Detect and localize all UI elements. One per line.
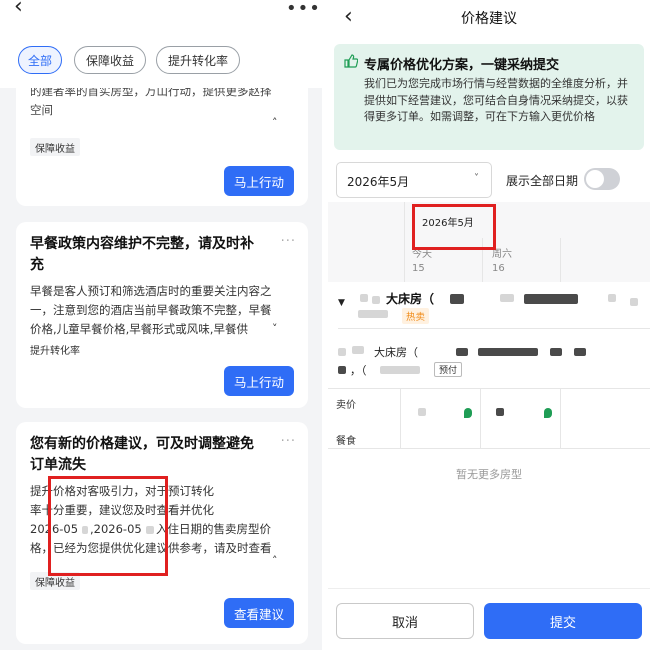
price-suggestion-icon[interactable] [464, 408, 472, 418]
filter-chip-conversion[interactable]: 提升转化率 [156, 46, 240, 74]
divider [560, 388, 561, 448]
room-prefix: ，（ [350, 364, 367, 377]
card-title-line: 充 [30, 257, 44, 273]
show-all-dates-label: 展示全部日期 [506, 174, 579, 188]
redacted-text [574, 348, 586, 356]
redacted-text [450, 294, 464, 304]
card-title-line: 订单流失 [30, 457, 86, 473]
card-body-line: 空间 [30, 103, 53, 117]
redacted-text [524, 294, 578, 304]
card-title-line: 早餐政策内容维护不完整，请及时补 [30, 236, 254, 252]
redacted-text [372, 296, 380, 304]
chevron-up-icon[interactable]: ˄ [272, 116, 278, 129]
calendar-day-sat[interactable]: 周六 16 [492, 248, 512, 276]
notice-body: 我们已为您完成市场行情与经营数据的全维度分析，并提供如下经营建议，您可结合自身情… [364, 77, 628, 123]
card-title-line: 您有新的价格建议，可及时调整避免 [30, 436, 254, 452]
room-name: 大床房（ [374, 346, 418, 359]
divider [480, 388, 481, 448]
day-date: 15 [412, 263, 425, 274]
filter-chip-all[interactable]: 全部 [18, 46, 62, 74]
day-date: 16 [492, 263, 505, 274]
redacted-text [418, 408, 426, 416]
notice-panel: 专属价格优化方案，一键采纳提交 我们已为您完成市场行情与经营数据的全维度分析，并… [334, 44, 644, 150]
card-body-line: 价格,儿童早餐价格,早餐形式或风味,早餐供 [30, 322, 248, 336]
card-tag: 保障收益 [30, 138, 80, 156]
chevron-down-icon: ˅ [474, 173, 479, 184]
redacted-text [338, 348, 346, 356]
redacted-text [630, 298, 638, 306]
notice-title: 专属价格优化方案，一键采纳提交 [364, 58, 560, 73]
caret-down-icon[interactable]: ▼ [338, 298, 345, 308]
suggestion-card-2: ··· 早餐政策内容维护不完整，请及时补 充 早餐是客人预订和筛选酒店时的重要关… [16, 222, 308, 408]
hot-sale-badge: 热卖 [402, 308, 430, 324]
act-now-button[interactable]: 马上行动 [224, 166, 294, 196]
redacted-text [380, 366, 420, 374]
divider [560, 238, 561, 282]
footer-bar: 取消 提交 [328, 588, 650, 650]
redacted-text [456, 348, 468, 356]
redacted-text [358, 310, 388, 318]
filter-chip-revenue[interactable]: 保障收益 [74, 46, 146, 74]
more-horizontal-icon[interactable]: ••• [286, 0, 321, 19]
suggestion-list-screen: ‹ ••• 全部 保障收益 提升转化率 的建者率的首实房型，万山行动，提供更多赵… [0, 0, 322, 650]
card-body-fragment: 入住日期的售卖房型价 [156, 522, 271, 536]
day-label: 周六 [492, 249, 512, 260]
meal-row-label: 餐食 [336, 436, 356, 447]
cancel-button[interactable]: 取消 [336, 603, 474, 639]
price-row-label: 卖价 [336, 400, 356, 411]
highlight-box [48, 476, 168, 576]
no-more-rooms-text: 暂无更多房型 [456, 468, 522, 481]
divider [328, 448, 650, 449]
card-title: 您有新的价格建议，可及时调整避免 订单流失 [30, 434, 286, 476]
suggestion-card-1: 的建者率的首实房型，万山行动，提供更多赵择 空间 ˄ 保障收益 马上行动 [16, 88, 308, 206]
price-suggestion-screen: ‹ 价格建议 专属价格优化方案，一键采纳提交 我们已为您完成市场行情与经营数据的… [328, 0, 650, 650]
card-body-line: 一，注意到您的酒店当前早餐政策不完整，早餐 [30, 303, 272, 317]
divider [400, 388, 401, 448]
price-suggestion-icon[interactable] [544, 408, 552, 418]
chevron-down-icon[interactable]: ˅ [272, 322, 278, 335]
card-body-line: 的建者率的首实房型，万山行动，提供更多赵择 [30, 88, 272, 98]
card-tag: 提升转化率 [30, 345, 80, 357]
day-label: 今天 [412, 249, 432, 260]
divider [328, 388, 650, 389]
redacted-text [496, 408, 504, 416]
redacted-text [478, 348, 538, 356]
chevron-up-icon[interactable]: ˄ [272, 554, 278, 567]
toggle-knob [586, 170, 604, 188]
act-now-button[interactable]: 马上行动 [224, 366, 294, 396]
month-dropdown[interactable]: 2026年5月 ˅ [336, 162, 492, 198]
thumbs-up-icon [344, 54, 359, 72]
card-body-line: 早餐是客人预订和筛选酒店时的重要关注内容之 [30, 284, 272, 298]
divider [404, 202, 405, 282]
redacted-text [360, 294, 368, 302]
month-dropdown-value: 2026年5月 [347, 175, 410, 189]
redacted-text [338, 366, 346, 374]
room-name: 大床房（ [386, 292, 435, 306]
card-title: 早餐政策内容维护不完整，请及时补 充 [30, 234, 286, 276]
highlight-box [412, 204, 496, 250]
chevron-left-icon[interactable]: ‹ [14, 0, 23, 18]
view-suggestion-button[interactable]: 查看建议 [224, 598, 294, 628]
top-bar: ‹ ••• 全部 保障收益 提升转化率 [0, 0, 322, 88]
redacted-text [608, 294, 616, 302]
divider [338, 328, 650, 329]
card-body: 早餐是客人预订和筛选酒店时的重要关注内容之 一，注意到您的酒店当前早餐政策不完整… [30, 282, 300, 339]
submit-button[interactable]: 提交 [484, 603, 642, 639]
prepay-badge: 预付 [434, 362, 463, 377]
card-body: 的建者率的首实房型，万山行动，提供更多赵择 空间 [30, 88, 300, 120]
redacted-text [500, 294, 514, 302]
redacted-text [352, 346, 364, 354]
page-title: 价格建议 [461, 11, 517, 27]
redacted-text [550, 348, 562, 356]
calendar-day-today[interactable]: 今天 15 [412, 248, 432, 276]
show-all-dates-toggle[interactable] [584, 168, 620, 190]
